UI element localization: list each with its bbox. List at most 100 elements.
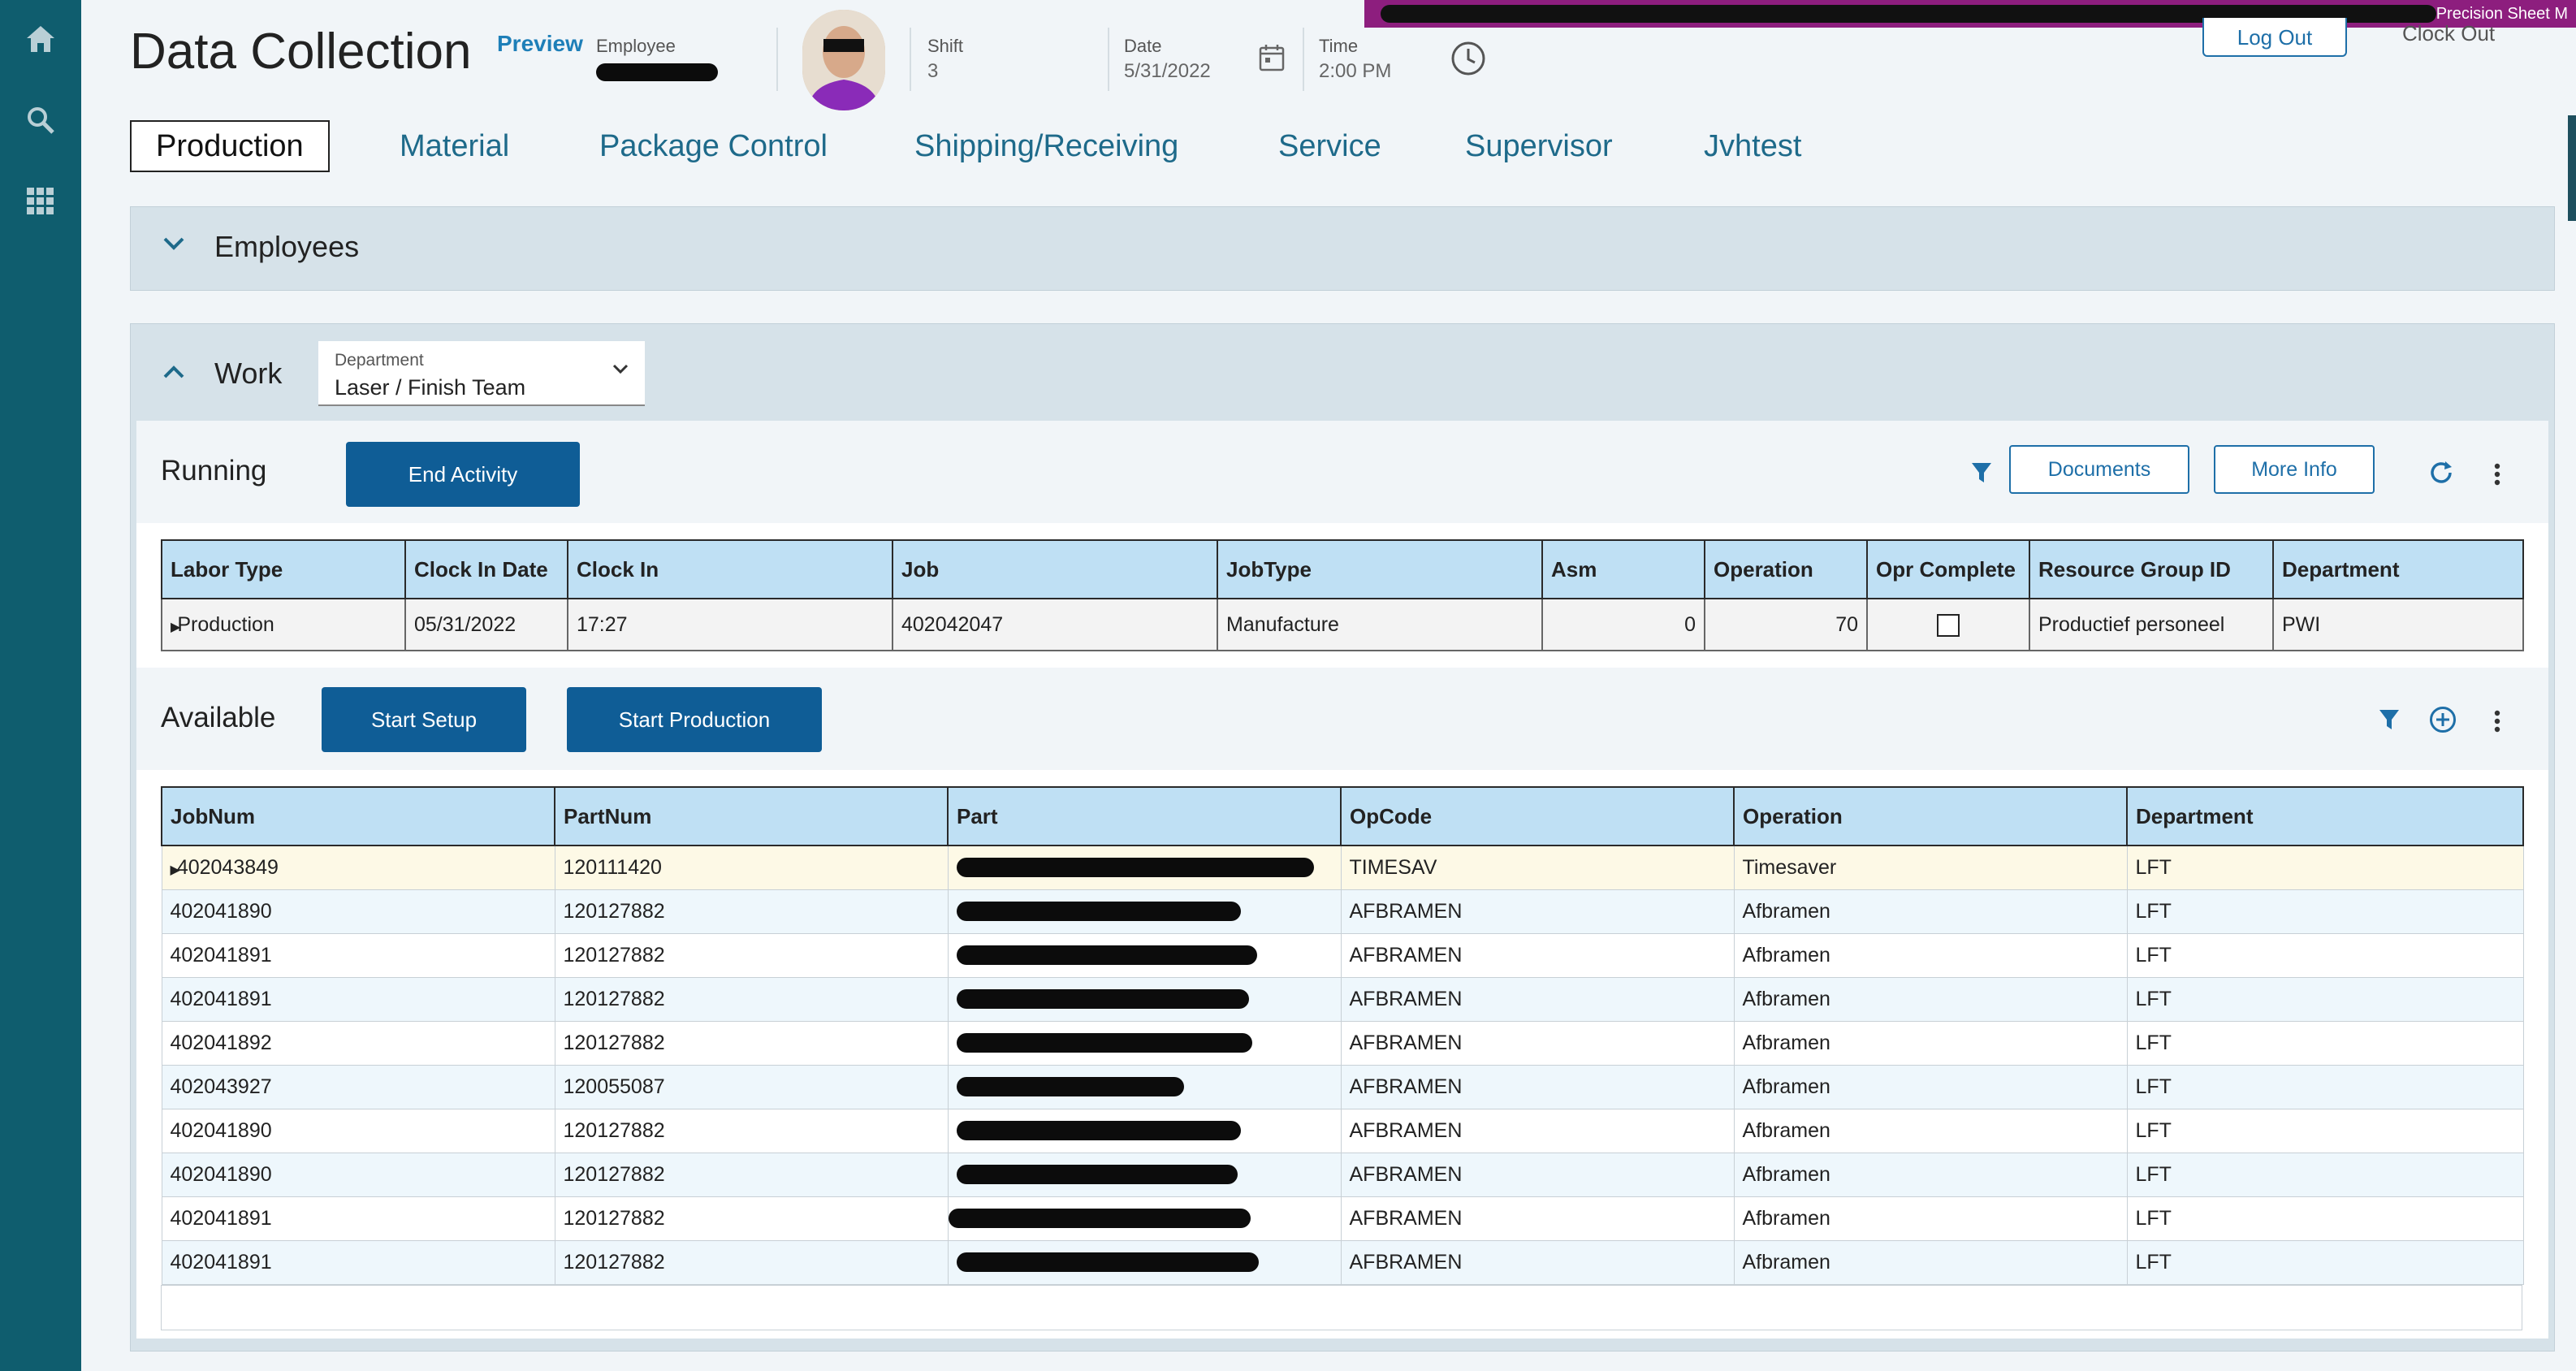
clock-icon[interactable] bbox=[1450, 41, 1486, 80]
col-asm[interactable]: Asm bbox=[1541, 539, 1705, 599]
grid-header-row: JobNum PartNum Part OpCode Operation Dep… bbox=[161, 786, 2524, 846]
cell-partnum: 120111420 bbox=[554, 845, 949, 890]
cell-part bbox=[947, 932, 1342, 978]
cell-part bbox=[947, 1196, 1342, 1241]
time-value[interactable]: 2:00 PM bbox=[1319, 60, 1391, 83]
cell-part bbox=[947, 1152, 1342, 1197]
col-jobnum[interactable]: JobNum bbox=[161, 786, 555, 846]
logout-button[interactable]: Log Out bbox=[2202, 18, 2347, 57]
opr-complete-checkbox[interactable] bbox=[1937, 613, 1960, 637]
table-row[interactable]: 402041891 120127882 AFBRAMEN Afbramen LF… bbox=[161, 1239, 2524, 1285]
home-icon[interactable] bbox=[19, 18, 62, 60]
tab-supervisor[interactable]: Supervisor bbox=[1465, 120, 1613, 172]
cell-partnum: 120127882 bbox=[554, 1196, 949, 1241]
col-operation[interactable]: Operation bbox=[1733, 786, 2128, 846]
cell-partnum: 120127882 bbox=[554, 932, 949, 978]
cell-partnum: 120127882 bbox=[554, 976, 949, 1022]
tab-service[interactable]: Service bbox=[1278, 120, 1381, 172]
cell-department: LFT bbox=[2126, 1064, 2524, 1109]
col-clock-in[interactable]: Clock In bbox=[567, 539, 893, 599]
redaction-mark bbox=[956, 945, 1257, 965]
tab-material[interactable]: Material bbox=[400, 120, 509, 172]
col-clock-in-date[interactable]: Clock In Date bbox=[404, 539, 568, 599]
cell-department: LFT bbox=[2126, 932, 2524, 978]
redaction-mark bbox=[956, 902, 1241, 921]
col-jobtype[interactable]: JobType bbox=[1217, 539, 1543, 599]
start-setup-button[interactable]: Start Setup bbox=[322, 687, 526, 752]
col-partnum[interactable]: PartNum bbox=[554, 786, 949, 846]
shift-value: 3 bbox=[927, 60, 939, 82]
more-vert-icon[interactable] bbox=[2485, 460, 2509, 489]
cell-opcode: AFBRAMEN bbox=[1340, 1152, 1735, 1197]
cell-part bbox=[947, 976, 1342, 1022]
col-department[interactable]: Department bbox=[2272, 539, 2524, 599]
redacted-banner: Precision Sheet M bbox=[1364, 0, 2576, 28]
calendar-icon[interactable] bbox=[1259, 44, 1285, 76]
col-opcode[interactable]: OpCode bbox=[1340, 786, 1735, 846]
redaction-mark bbox=[956, 1165, 1238, 1184]
tab-shipping-receiving[interactable]: Shipping/Receiving bbox=[914, 120, 1178, 172]
cell-jobnum: 402041891 bbox=[161, 1239, 555, 1285]
employee-label: Employee bbox=[596, 36, 676, 56]
table-row[interactable]: ▶402043849 120111420 TIMESAV Timesaver L… bbox=[161, 845, 2524, 890]
cell-opcode: AFBRAMEN bbox=[1340, 976, 1735, 1022]
work-title[interactable]: Work bbox=[214, 357, 282, 391]
tab-jvhtest[interactable]: Jvhtest bbox=[1704, 120, 1801, 172]
col-operation[interactable]: Operation bbox=[1704, 539, 1868, 599]
filter-icon[interactable] bbox=[1967, 458, 1996, 487]
cell-opcode: AFBRAMEN bbox=[1340, 1108, 1735, 1153]
jobnum-value: 402043849 bbox=[176, 855, 279, 879]
department-select[interactable]: Department Laser / Finish Team bbox=[318, 341, 645, 406]
cell-opcode: AFBRAMEN bbox=[1340, 1064, 1735, 1109]
preview-link[interactable]: Preview bbox=[497, 31, 583, 57]
table-row[interactable]: 402043927 120055087 AFBRAMEN Afbramen LF… bbox=[161, 1064, 2524, 1109]
date-label: Date bbox=[1124, 36, 1162, 56]
clock-out-button[interactable]: Clock Out bbox=[2402, 21, 2495, 46]
table-row[interactable]: ▶Production 05/31/2022 17:27 402042047 M… bbox=[161, 598, 2524, 651]
cell-operation: Timesaver bbox=[1733, 845, 2128, 890]
tab-production[interactable]: Production bbox=[130, 120, 330, 172]
cell-part bbox=[947, 1020, 1342, 1066]
col-job[interactable]: Job bbox=[892, 539, 1218, 599]
more-info-button[interactable]: More Info bbox=[2214, 445, 2375, 494]
header-divider bbox=[1108, 28, 1109, 91]
chevron-down-icon[interactable] bbox=[162, 231, 186, 262]
table-row[interactable]: 402041890 120127882 AFBRAMEN Afbramen LF… bbox=[161, 889, 2524, 934]
employees-title[interactable]: Employees bbox=[214, 230, 359, 264]
table-row[interactable]: 402041890 120127882 AFBRAMEN Afbramen LF… bbox=[161, 1152, 2524, 1197]
cell-department: LFT bbox=[2126, 1020, 2524, 1066]
col-part[interactable]: Part bbox=[947, 786, 1342, 846]
cell-clock-in: 17:27 bbox=[567, 598, 893, 651]
tab-package-control[interactable]: Package Control bbox=[599, 120, 828, 172]
documents-button[interactable]: Documents bbox=[2009, 445, 2189, 494]
col-resource-group[interactable]: Resource Group ID bbox=[2029, 539, 2274, 599]
scrollbar[interactable] bbox=[2568, 115, 2576, 221]
refresh-icon[interactable] bbox=[2425, 456, 2457, 489]
table-row[interactable]: 402041891 120127882 AFBRAMEN Afbramen LF… bbox=[161, 976, 2524, 1022]
table-row[interactable]: 402041891 120127882 AFBRAMEN Afbramen LF… bbox=[161, 932, 2524, 978]
col-labor-type[interactable]: Labor Type bbox=[161, 539, 406, 599]
add-circle-icon[interactable] bbox=[2427, 703, 2459, 736]
search-icon[interactable] bbox=[19, 99, 62, 141]
table-row[interactable]: 402041890 120127882 AFBRAMEN Afbramen LF… bbox=[161, 1108, 2524, 1153]
end-activity-button[interactable]: End Activity bbox=[346, 442, 580, 507]
cell-partnum: 120127882 bbox=[554, 1152, 949, 1197]
cell-partnum: 120127882 bbox=[554, 1108, 949, 1153]
cell-job: 402042047 bbox=[892, 598, 1218, 651]
avatar[interactable] bbox=[802, 10, 885, 110]
table-row[interactable]: 402041891 120127882 AFBRAMEN Afbramen LF… bbox=[161, 1196, 2524, 1241]
cell-jobnum: 402041890 bbox=[161, 1152, 555, 1197]
table-row[interactable]: 402041892 120127882 AFBRAMEN Afbramen LF… bbox=[161, 1020, 2524, 1066]
time-label: Time bbox=[1319, 36, 1359, 56]
date-value[interactable]: 5/31/2022 bbox=[1124, 60, 1211, 83]
col-department[interactable]: Department bbox=[2126, 786, 2524, 846]
start-production-button[interactable]: Start Production bbox=[567, 687, 822, 752]
filter-icon[interactable] bbox=[2375, 705, 2404, 734]
cell-part bbox=[947, 1064, 1342, 1109]
cell-operation: Afbramen bbox=[1733, 976, 2128, 1022]
more-vert-icon[interactable] bbox=[2485, 707, 2509, 736]
chevron-up-icon[interactable] bbox=[162, 360, 186, 391]
col-opr-complete[interactable]: Opr Complete bbox=[1866, 539, 2030, 599]
available-label: Available bbox=[161, 702, 276, 733]
apps-grid-icon[interactable] bbox=[19, 180, 62, 223]
